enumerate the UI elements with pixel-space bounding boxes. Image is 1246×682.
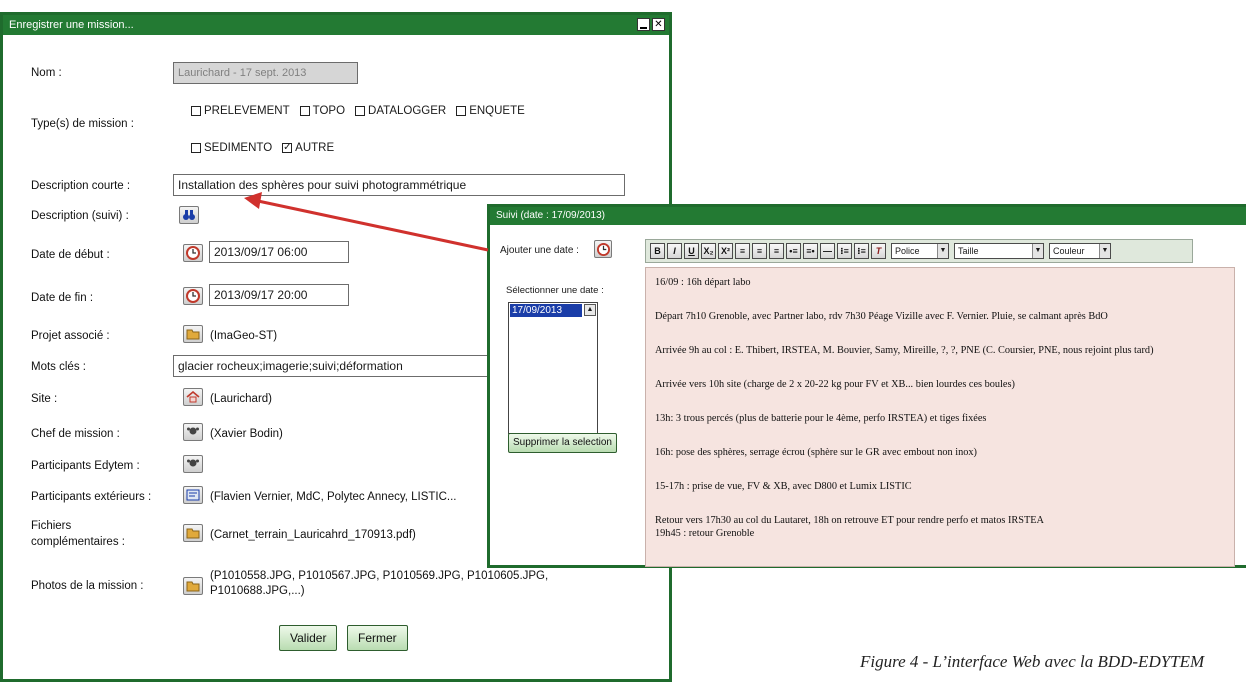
chevron-down-icon: ▼: [937, 244, 948, 258]
size-select[interactable]: Taille ▼: [954, 243, 1044, 259]
select-date-label: Sélectionner une date :: [506, 285, 604, 296]
chef-value: (Xavier Bodin): [210, 428, 283, 440]
suivi-entry: Arrivée vers 10h site (charge de 2 x 20-…: [655, 379, 1015, 390]
clock-icon[interactable]: [183, 244, 203, 262]
fichiers-value: (Carnet_terrain_Lauricahrd_170913.pdf): [210, 529, 416, 541]
align-center-icon[interactable]: ≡: [752, 243, 767, 259]
site-label: Site :: [31, 393, 58, 405]
date-debut-field[interactable]: 2013/09/17 06:00: [209, 241, 349, 263]
clock-icon[interactable]: [594, 240, 612, 258]
suivi-entry: Arrivée 9h au col : E. Thibert, IRSTEA, …: [655, 345, 1154, 356]
figure-caption: Figure 4 - L’interface Web avec la BDD-E…: [860, 652, 1205, 671]
suivi-editor[interactable]: 16/09 : 16h départ labo Départ 7h10 Gren…: [645, 267, 1235, 567]
photos-value-line2: P1010688.JPG,...): [210, 585, 305, 597]
desc-courte-field[interactable]: Installation des sphères pour suivi phot…: [173, 174, 625, 196]
font-select[interactable]: Police ▼: [891, 243, 949, 259]
photos-value-line1: (P1010558.JPG, P1010567.JPG, P1010569.JP…: [210, 570, 549, 582]
binoculars-icon[interactable]: [179, 206, 199, 224]
folder-open-icon[interactable]: [183, 524, 203, 542]
mission-window-titlebar[interactable]: Enregistrer une mission... ✕: [3, 15, 669, 35]
horizontal-rule-icon[interactable]: —: [820, 243, 835, 259]
desc-courte-label: Description courte :: [31, 180, 131, 192]
date-debut-label: Date de début :: [31, 249, 110, 261]
clear-format-icon[interactable]: T: [871, 243, 886, 259]
projet-value: (ImaGeo-ST): [210, 330, 278, 342]
outdent-icon[interactable]: ≡•: [803, 243, 818, 259]
ajouter-date-label: Ajouter une date :: [500, 245, 579, 256]
person-icon[interactable]: [183, 423, 203, 441]
fichiers-label-line1: Fichiers: [31, 520, 72, 532]
valider-button[interactable]: Valider: [279, 625, 338, 651]
suivi-entry: 16h: pose des sphères, serrage écrou (sp…: [655, 447, 977, 458]
suivi-entry: Départ 7h10 Grenoble, avec Partner labo,…: [655, 311, 1108, 322]
chef-label: Chef de mission :: [31, 428, 120, 440]
checkbox-enquete[interactable]: ENQUETE: [456, 105, 525, 117]
types-label: Type(s) de mission :: [31, 118, 134, 130]
unordered-list-icon[interactable]: ⁝≡: [854, 243, 869, 259]
suivi-entry: Retour vers 17h30 au col du Lautaret, 18…: [655, 515, 1044, 526]
suivi-window: Suivi (date : 17/09/2013) Ajouter une da…: [487, 204, 1246, 568]
person-icon[interactable]: [183, 455, 203, 473]
participants-ext-label: Participants extérieurs :: [31, 491, 152, 503]
bold-icon[interactable]: B: [650, 243, 665, 259]
photos-label: Photos de la mission :: [31, 580, 144, 592]
clock-icon[interactable]: [183, 287, 203, 305]
desc-suivi-label: Description (suivi) :: [31, 210, 129, 222]
superscript-icon[interactable]: X²: [718, 243, 733, 259]
mots-cles-field[interactable]: glacier rocheux;imagerie;suivi;déformati…: [173, 355, 493, 377]
supprimer-button[interactable]: Supprimer la selection: [508, 433, 617, 453]
mission-window-title: Enregistrer une mission...: [9, 19, 134, 31]
checkbox-topo[interactable]: TOPO: [299, 105, 345, 117]
fichiers-label-line2: complémentaires :: [31, 536, 125, 548]
minimize-icon[interactable]: [637, 18, 650, 31]
card-icon[interactable]: [183, 486, 203, 504]
align-right-icon[interactable]: ≡: [769, 243, 784, 259]
checkbox-autre[interactable]: ✓ AUTRE: [282, 142, 334, 154]
checkbox-sedimento[interactable]: SEDIMENTO: [191, 142, 272, 154]
editor-toolbar: B I U X₂ X² ≡ ≡ ≡ •≡ ≡• — ⁝≡ ⁝≡ T Police…: [645, 239, 1193, 263]
date-fin-field[interactable]: 2013/09/17 20:00: [209, 284, 349, 306]
chevron-down-icon: ▼: [1099, 244, 1110, 258]
nom-label: Nom :: [31, 67, 62, 79]
types-row-2: SEDIMENTO ✓ AUTRE: [191, 142, 334, 154]
chevron-down-icon: ▼: [1032, 244, 1043, 258]
suivi-entry: 19h45 : retour Grenoble: [655, 528, 755, 539]
projet-label: Projet associé :: [31, 330, 110, 342]
fermer-button[interactable]: Fermer: [347, 625, 408, 651]
folder-icon[interactable]: [183, 325, 203, 343]
suivi-window-titlebar[interactable]: Suivi (date : 17/09/2013): [490, 207, 1246, 225]
ordered-list-icon[interactable]: ⁝≡: [837, 243, 852, 259]
date-listbox[interactable]: 17/09/2013 ▲: [508, 302, 598, 434]
scroll-up-icon[interactable]: ▲: [584, 304, 596, 316]
close-icon[interactable]: ✕: [652, 18, 665, 31]
italic-icon[interactable]: I: [667, 243, 682, 259]
site-value: (Laurichard): [210, 393, 272, 405]
participants-ext-value: (Flavien Vernier, MdC, Polytec Annecy, L…: [210, 491, 457, 503]
home-icon[interactable]: [183, 388, 203, 406]
subscript-icon[interactable]: X₂: [701, 243, 716, 259]
indent-icon[interactable]: •≡: [786, 243, 801, 259]
folder-open-icon[interactable]: [183, 577, 203, 595]
participants-edytem-label: Participants Edytem :: [31, 460, 140, 472]
suivi-entry: 16/09 : 16h départ labo: [655, 277, 751, 288]
types-row-1: PRELEVEMENT TOPO DATALOGGER ENQUETE: [191, 105, 525, 117]
suivi-entry: 15-17h : prise de vue, FV & XB, avec D80…: [655, 481, 912, 492]
date-fin-label: Date de fin :: [31, 292, 94, 304]
underline-icon[interactable]: U: [684, 243, 699, 259]
nom-field[interactable]: Laurichard - 17 sept. 2013: [173, 62, 358, 84]
checkbox-datalogger[interactable]: DATALOGGER: [355, 105, 446, 117]
suivi-entry: 13h: 3 trous percés (plus de batterie po…: [655, 413, 987, 424]
suivi-window-title: Suivi (date : 17/09/2013): [496, 210, 605, 221]
mots-cles-label: Mots clés :: [31, 361, 86, 373]
checkbox-prelevement[interactable]: PRELEVEMENT: [191, 105, 290, 117]
color-select[interactable]: Couleur ▼: [1049, 243, 1111, 259]
date-list-item[interactable]: 17/09/2013: [510, 304, 582, 317]
align-left-icon[interactable]: ≡: [735, 243, 750, 259]
